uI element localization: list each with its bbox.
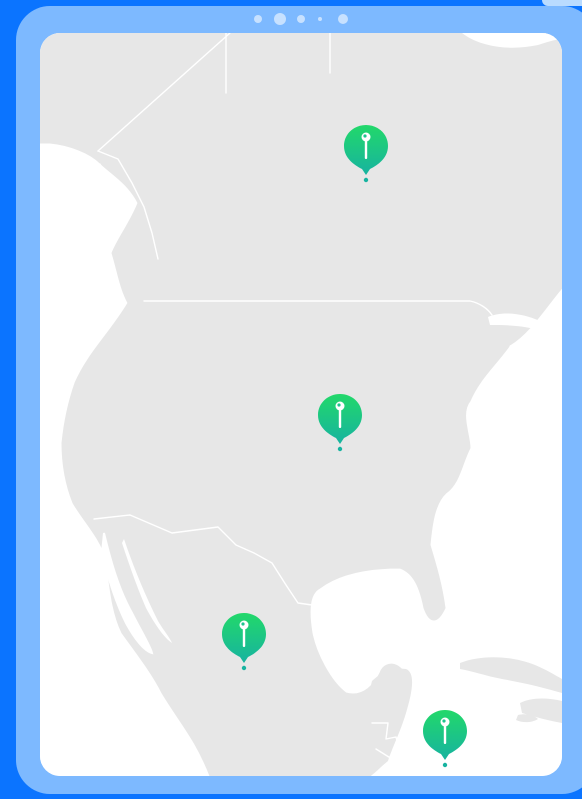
pagination-dot-5[interactable]: [338, 14, 348, 24]
pagination-dot-2-active[interactable]: [274, 13, 286, 25]
pagination-dots: [254, 12, 354, 26]
map-pin-icon: [318, 394, 362, 452]
map-pin-central-america[interactable]: [421, 708, 469, 770]
north-america-map[interactable]: [40, 33, 562, 776]
pagination-dot-3[interactable]: [297, 15, 305, 23]
pagination-dot-1[interactable]: [254, 15, 262, 23]
map-pin-canada[interactable]: [342, 123, 390, 185]
map-pin-icon: [344, 125, 388, 183]
map-pin-usa[interactable]: [316, 392, 364, 454]
app-stage: [0, 0, 582, 799]
map-pin-icon: [423, 710, 467, 768]
map-screen[interactable]: [40, 33, 562, 776]
pagination-dot-4[interactable]: [318, 17, 322, 21]
map-pin-icon: [222, 613, 266, 671]
map-pin-mexico[interactable]: [220, 611, 268, 673]
